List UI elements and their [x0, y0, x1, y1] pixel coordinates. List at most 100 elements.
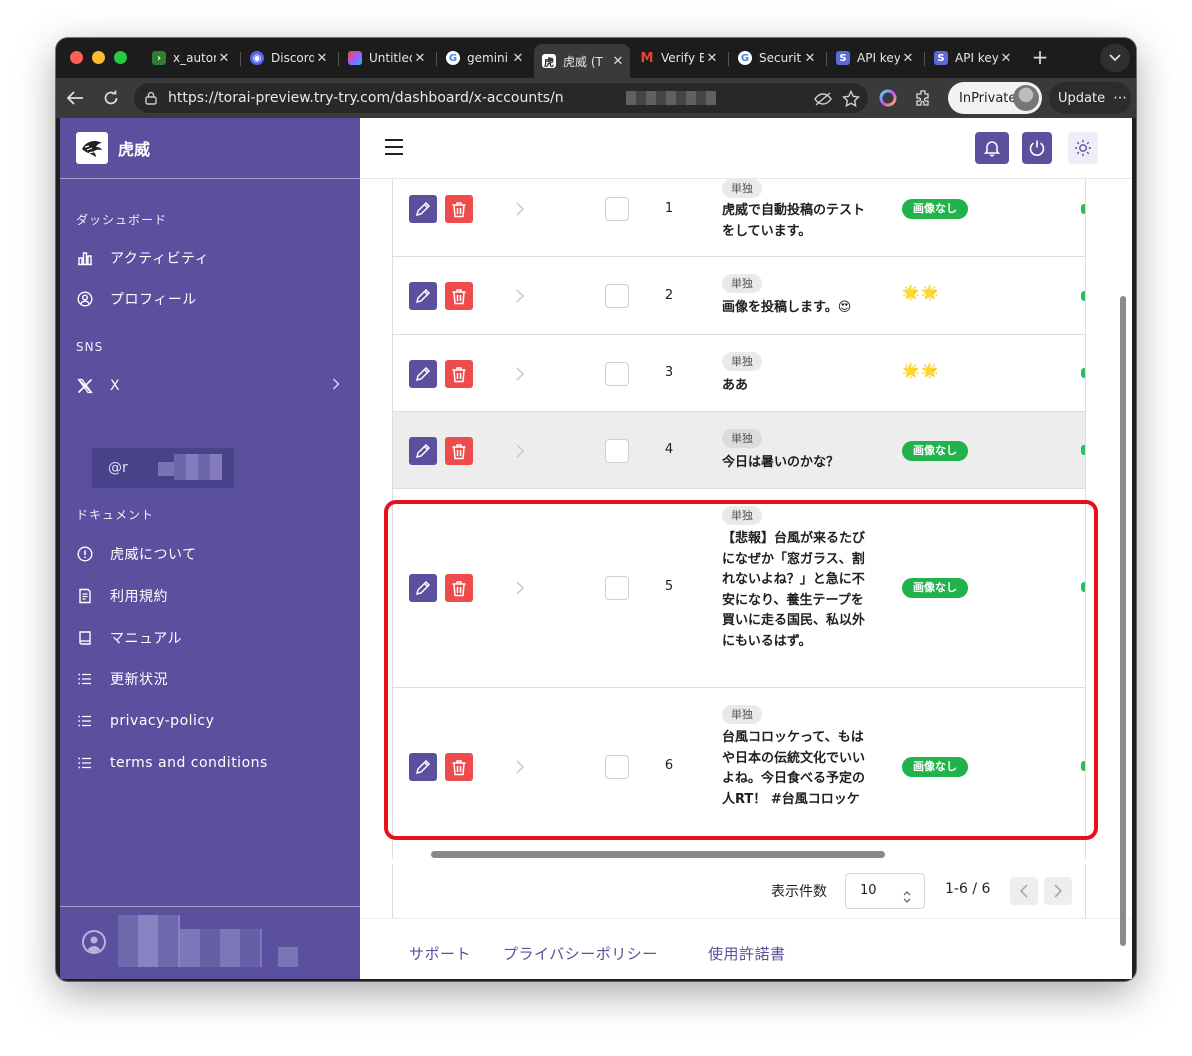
expand-chevron-icon[interactable] [515, 759, 525, 774]
delete-button[interactable] [445, 437, 473, 465]
footer-link-license[interactable]: 使用許諾書 [708, 943, 786, 964]
extensions-icon[interactable] [912, 87, 934, 109]
row-number: 2 [664, 288, 674, 303]
post-text: 今日は暑いのかな？ [722, 455, 840, 470]
sidebar-item-privacy-policy[interactable]: privacy-policy [60, 703, 360, 739]
row-checkbox[interactable] [605, 284, 629, 308]
expand-chevron-icon[interactable] [515, 443, 525, 458]
tab-x-autor[interactable]: › x_autor ✕ [144, 44, 236, 72]
main-content: 1 単独 虎威で自動投稿のテストをしています。 画像なし 2 単独 画像を投稿し… [360, 179, 1132, 979]
posts-table: 1 単独 虎威で自動投稿のテストをしています。 画像なし 2 単独 画像を投稿し… [392, 179, 1086, 859]
account-handle: @r [108, 460, 128, 476]
row-checkbox[interactable] [605, 755, 629, 779]
sidebar-item-profile[interactable]: プロフィール [60, 281, 360, 317]
tracking-prevention-icon[interactable] [814, 90, 832, 108]
tab-security[interactable]: G Securit ✕ [730, 44, 822, 72]
tab-actions-button[interactable] [1100, 44, 1130, 72]
close-icon[interactable]: ✕ [510, 51, 526, 66]
sidebar-item-updates[interactable]: 更新状況 [60, 661, 360, 697]
copilot-extension-icon[interactable] [877, 87, 899, 109]
edit-button[interactable] [409, 753, 437, 781]
delete-button[interactable] [445, 574, 473, 602]
new-tab-button[interactable]: + [1028, 46, 1052, 70]
list-icon [76, 670, 94, 688]
vertical-scrollbar[interactable] [1120, 296, 1126, 946]
footer-link-support[interactable]: サポート [409, 943, 471, 964]
tab-gemini[interactable]: G gemini ✕ [438, 44, 530, 72]
tab-verify[interactable]: M Verify E ✕ [632, 44, 724, 72]
close-icon[interactable]: ✕ [610, 54, 626, 69]
edit-button[interactable] [409, 437, 437, 465]
sidebar-item-about[interactable]: 虎威について [60, 536, 360, 572]
sidebar-item-activity[interactable]: アクティビティ [60, 240, 360, 276]
delete-button[interactable] [445, 753, 473, 781]
google-icon: G [446, 51, 460, 65]
torai-logo [76, 132, 108, 164]
horizontal-scrollbar[interactable] [431, 851, 885, 858]
sidebar-item-terms[interactable]: 利用規約 [60, 578, 360, 614]
close-icon[interactable]: ✕ [802, 51, 818, 66]
tab-api-key-2[interactable]: S API key ✕ [926, 44, 1018, 72]
tab-api-key-1[interactable]: S API key ✕ [828, 44, 920, 72]
delete-button[interactable] [445, 360, 473, 388]
expand-chevron-icon[interactable] [515, 366, 525, 381]
close-icon[interactable]: ✕ [998, 51, 1014, 66]
next-page-button[interactable] [1044, 877, 1072, 905]
close-icon[interactable]: ✕ [412, 51, 428, 66]
maximize-window-button[interactable] [114, 51, 127, 64]
expand-chevron-icon[interactable] [515, 580, 525, 595]
app: 虎威 ダッシュボード アクティビティ プロフィール SNS X @r ドキュメン… [60, 118, 1132, 979]
row-checkbox[interactable] [605, 362, 629, 386]
tab-discord[interactable]: ◉ Discord ✕ [242, 44, 334, 72]
post-text: 【悲報】台風が来るたびになぜか「窓ガラス、割れないよね？」と急に不安になり、養生… [722, 531, 866, 649]
sidebar-item-terms-and-conditions[interactable]: terms and conditions [60, 745, 360, 781]
delete-button[interactable] [445, 195, 473, 223]
per-page-value: 10 [860, 883, 877, 898]
tab-separator [728, 52, 729, 66]
status-indicator [1081, 445, 1085, 455]
expand-chevron-icon[interactable] [515, 288, 525, 303]
reload-button[interactable] [100, 87, 122, 109]
prev-page-button[interactable] [1010, 877, 1038, 905]
star-icon[interactable] [842, 90, 860, 108]
close-icon[interactable]: ✕ [216, 51, 232, 66]
image-thumbnails[interactable]: 🌟🌟 [902, 285, 941, 301]
brand[interactable]: 虎威 [60, 118, 360, 179]
per-page-select[interactable]: 10 [845, 873, 925, 909]
notifications-button[interactable] [975, 132, 1009, 164]
sidebar-user[interactable] [60, 906, 360, 979]
logout-button[interactable] [1022, 132, 1052, 164]
theme-toggle-button[interactable] [1068, 132, 1098, 164]
image-thumbnails[interactable]: 🌟🌟 [902, 363, 941, 379]
sidebar-item-x[interactable]: X [60, 368, 360, 404]
redacted-mosaic [180, 929, 262, 967]
sidebar-item-manual[interactable]: マニュアル [60, 620, 360, 656]
close-icon[interactable]: ✕ [704, 51, 720, 66]
tab-untitled[interactable]: Untitled ✕ [340, 44, 432, 72]
expand-chevron-icon[interactable] [515, 201, 525, 216]
edit-button[interactable] [409, 360, 437, 388]
minimize-window-button[interactable] [92, 51, 105, 64]
close-window-button[interactable] [70, 51, 83, 64]
edit-button[interactable] [409, 282, 437, 310]
edit-button[interactable] [409, 195, 437, 223]
close-icon[interactable]: ✕ [314, 51, 330, 66]
footer-link-privacy[interactable]: プライバシーポリシー [503, 943, 658, 964]
inprivate-profile-button[interactable]: InPrivate [948, 82, 1042, 114]
sidebar-account-item[interactable]: @r [92, 448, 234, 488]
url-text: https://torai-preview.try-try.com/dashbo… [168, 90, 564, 106]
row-checkbox[interactable] [605, 197, 629, 221]
chevron-down-icon [1109, 54, 1121, 62]
post-type-tag: 単独 [722, 705, 762, 724]
row-checkbox[interactable] [605, 439, 629, 463]
page-footer: サポート プライバシーポリシー 使用許諾書 [360, 918, 1132, 979]
close-icon[interactable]: ✕ [900, 51, 916, 66]
back-button[interactable] [64, 87, 86, 109]
menu-toggle-button[interactable] [384, 138, 404, 158]
update-button[interactable]: Update ⋯ [1049, 82, 1131, 114]
delete-button[interactable] [445, 282, 473, 310]
edit-button[interactable] [409, 574, 437, 602]
row-checkbox[interactable] [605, 576, 629, 600]
tab-torai[interactable]: 虎 虎威 (T ✕ [534, 44, 630, 78]
url-field[interactable]: https://torai-preview.try-try.com/dashbo… [134, 83, 868, 113]
